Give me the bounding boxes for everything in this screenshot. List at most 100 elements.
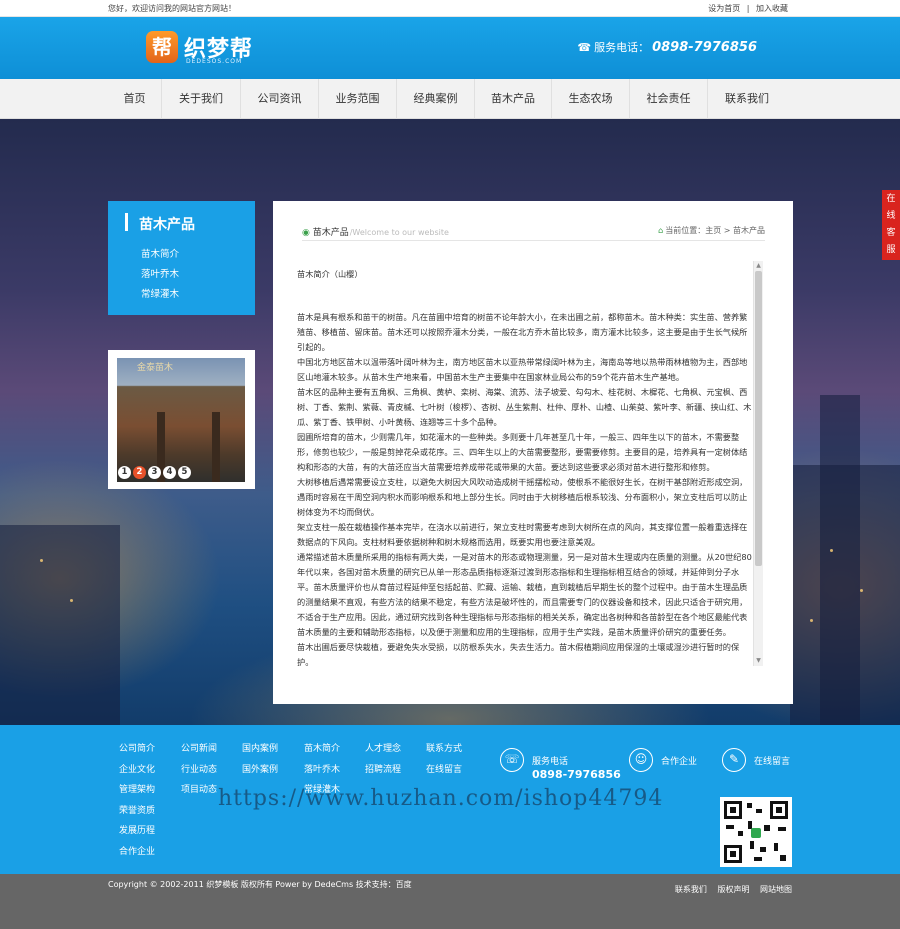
footer-link[interactable]: 苗木简介 xyxy=(304,739,340,760)
article-scroll-area[interactable]: 苗木简介（山樱） 苗木是具有根系和苗干的树苗。凡在苗圃中培育的树苗不论年龄大小，… xyxy=(297,261,764,666)
hotline-label: 服务电话： xyxy=(594,41,650,54)
city-light xyxy=(70,599,73,602)
footer-column-cases: 国内案例 国外案例 xyxy=(242,739,278,780)
footer-link[interactable]: 联系方式 xyxy=(426,739,462,760)
phone-icon: ☎ xyxy=(577,41,592,54)
set-home-link[interactable]: 设为首页 xyxy=(708,4,740,13)
nav-item-products[interactable]: 苗木产品 xyxy=(475,79,552,119)
article-paragraph: 苗木是具有根系和苗干的树苗。凡在苗圃中培育的树苗不论年龄大小，在未出圃之前，都称… xyxy=(297,312,748,352)
contact-us-link[interactable]: 联系我们 xyxy=(675,885,707,894)
phone-icon: ☏ xyxy=(500,748,524,772)
sidebar-title-bar xyxy=(125,213,128,231)
sidebar-item-evergreen[interactable]: 常绿灌木 xyxy=(141,285,179,305)
slider-image[interactable]: 金泰苗木 xyxy=(117,358,245,482)
slider-dot-2[interactable]: 2 xyxy=(133,466,146,479)
slider-dot-5[interactable]: 5 xyxy=(178,466,191,479)
footer-link[interactable]: 企业文化 xyxy=(119,760,155,781)
breadcrumb-home[interactable]: 主页 xyxy=(705,226,721,235)
online-service-button[interactable]: 在线客服 xyxy=(882,190,900,260)
slider-dot-3[interactable]: 3 xyxy=(148,466,161,479)
watermark-text: https://www.huzhan.com/ishop44794 xyxy=(218,786,664,811)
footer-link[interactable]: 合作企业 xyxy=(119,842,155,863)
footer-link[interactable]: 行业动态 xyxy=(181,760,217,781)
footer-column-careers: 人才理念 招聘流程 xyxy=(365,739,401,780)
sidebar-category: 苗木产品 苗木简介 落叶乔木 常绿灌木 xyxy=(108,201,255,315)
article-paragraph: 大树移植后遇常需要设立支柱，以避免大树因大风吹动造成树干摇摆松动，使根系不能很好… xyxy=(297,477,748,517)
sidebar-title: 苗木产品 xyxy=(139,217,195,233)
nav-item-contact[interactable]: 联系我们 xyxy=(708,79,786,119)
nav-item-news[interactable]: 公司资讯 xyxy=(241,79,319,119)
content-header: ◉ 苗木产品/Welcome to our website ⌂ 当前位置：主页 >… xyxy=(302,225,765,241)
nav-item-cases[interactable]: 经典案例 xyxy=(397,79,475,119)
site-logo[interactable]: 帮 织梦帮 DEDESOS.COM xyxy=(146,31,266,67)
article-body: 苗木简介（山樱） 苗木是具有根系和苗干的树苗。凡在苗圃中培育的树苗不论年龄大小，… xyxy=(297,261,752,666)
footer-link[interactable]: 在线留言 xyxy=(426,760,462,781)
sidebar-item-deciduous[interactable]: 落叶乔木 xyxy=(141,265,179,285)
qr-code-icon xyxy=(720,797,792,867)
sitemap-link[interactable]: 网站地图 xyxy=(760,885,792,894)
online-service-label: 在线客服 xyxy=(886,194,896,255)
breadcrumb-separator: > xyxy=(723,226,731,235)
footer-column-about: 公司简介 企业文化 管理架构 荣誉资质 发展历程 合作企业 xyxy=(119,739,155,862)
footer-link[interactable]: 项目动态 xyxy=(181,780,217,801)
footer-link[interactable]: 落叶乔木 xyxy=(304,760,340,781)
top-links: 设为首页 | 加入收藏 xyxy=(704,3,788,14)
city-light xyxy=(40,559,43,562)
nav-item-business[interactable]: 业务范围 xyxy=(319,79,397,119)
slider-sign: 金泰苗木 xyxy=(137,363,174,373)
article-paragraph: 架立支柱一般在栽植操作基本完毕，在浇水以前进行，架立支柱时需要考虑到大树所在点的… xyxy=(297,522,748,547)
hero-background: 苗木产品 苗木简介 落叶乔木 常绿灌木 金泰苗木 12345 ◉ 苗木产品/We… xyxy=(0,119,900,725)
copyright-bar: Copyright © 2002-2011 织梦模板 版权所有 Power by… xyxy=(0,874,900,929)
scroll-up-arrow-icon[interactable]: ▲ xyxy=(755,262,762,270)
image-slider: 金泰苗木 12345 xyxy=(108,350,255,489)
city-silhouette xyxy=(820,395,860,725)
footer-link[interactable]: 荣誉资质 xyxy=(119,801,155,822)
content-panel: ◉ 苗木产品/Welcome to our website ⌂ 当前位置：主页 >… xyxy=(273,201,793,704)
add-favorite-link[interactable]: 加入收藏 xyxy=(756,4,788,13)
home-icon: ⌂ xyxy=(658,226,664,235)
service-phone-label: 服务电话 xyxy=(532,757,569,767)
footer-column-news: 公司新闻 行业动态 项目动态 xyxy=(181,739,217,801)
article-paragraph: 通常描述苗木质量所采用的指标有两大类，一是对苗木的形态或物理测量，另一是对苗木生… xyxy=(297,552,752,637)
top-bar: 您好，欢迎访问我的网站官方网站！ 设为首页 | 加入收藏 xyxy=(0,0,900,17)
slider-dot-1[interactable]: 1 xyxy=(118,466,131,479)
breadcrumb-label: 当前位置： xyxy=(665,226,706,235)
article-paragraph: 园圃所培育的苗木，少则需几年，如花灌木的一些种类。多则要十几年甚至几十年，一般三… xyxy=(297,432,748,472)
nav-item-responsibility[interactable]: 社会责任 xyxy=(630,79,708,119)
greeting-text: 您好，欢迎访问我的网站官方网站！ xyxy=(108,4,236,13)
circle-arrow-icon: ◉ xyxy=(302,228,313,238)
breadcrumb-current[interactable]: 苗木产品 xyxy=(733,226,765,235)
article-paragraph: 中国北方地区苗木以温带落叶阔叶林为主，南方地区苗木以亚热带常绿阔叶林为主，海南岛… xyxy=(297,357,748,382)
breadcrumb: ⌂ 当前位置：主页 > 苗木产品 xyxy=(658,225,765,236)
message-label: 在线留言 xyxy=(754,757,791,767)
footer-column-contact: 联系方式 在线留言 xyxy=(426,739,462,780)
main-nav: 首页 关于我们 公司资讯 业务范围 经典案例 苗木产品 生态农场 社会责任 联系… xyxy=(0,79,900,119)
footer-link[interactable]: 管理架构 xyxy=(119,780,155,801)
scrollbar-thumb[interactable] xyxy=(755,271,762,566)
footer-link[interactable]: 人才理念 xyxy=(365,739,401,760)
footer-link[interactable]: 发展历程 xyxy=(119,821,155,842)
copyright-text: Copyright © 2002-2011 织梦模板 版权所有 Power by… xyxy=(108,880,412,889)
article-scrollbar[interactable]: ▲ ▼ xyxy=(753,261,763,666)
message-icon: ✎ xyxy=(722,748,746,772)
footer-link[interactable]: 公司新闻 xyxy=(181,739,217,760)
content-title-en: /Welcome to our website xyxy=(349,228,449,237)
sidebar-item-intro[interactable]: 苗木简介 xyxy=(141,245,179,265)
footer: 公司简介 企业文化 管理架构 荣誉资质 发展历程 合作企业 公司新闻 行业动态 … xyxy=(0,725,900,874)
top-link-separator: | xyxy=(746,4,750,13)
scroll-down-arrow-icon[interactable]: ▼ xyxy=(755,657,762,665)
content-title: ◉ 苗木产品/Welcome to our website xyxy=(302,228,449,238)
footer-link[interactable]: 国内案例 xyxy=(242,739,278,760)
footer-link[interactable]: 国外案例 xyxy=(242,760,278,781)
slider-dot-4[interactable]: 4 xyxy=(163,466,176,479)
hotline: ☎ 服务电话： 0898-7976856 xyxy=(577,39,757,55)
city-light xyxy=(860,589,863,592)
nav-item-farm[interactable]: 生态农场 xyxy=(552,79,630,119)
footer-link[interactable]: 招聘流程 xyxy=(365,760,401,781)
nav-item-home[interactable]: 首页 xyxy=(108,79,162,119)
nav-item-about[interactable]: 关于我们 xyxy=(162,79,241,119)
footer-link[interactable]: 公司简介 xyxy=(119,739,155,760)
hotline-number: 0898-7976856 xyxy=(652,40,757,55)
copyright-statement-link[interactable]: 版权声明 xyxy=(717,885,749,894)
article-subtitle: 苗木简介（山樱） xyxy=(297,269,363,279)
